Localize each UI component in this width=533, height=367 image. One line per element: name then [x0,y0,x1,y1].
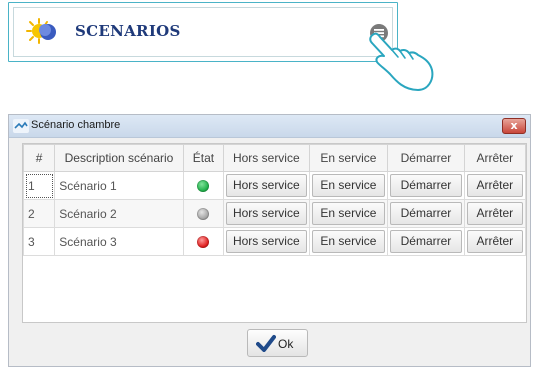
in-service-button[interactable]: En service [311,174,386,197]
in-service-cell: En service [308,199,389,228]
start-button[interactable]: Démarrer [390,174,462,197]
col-header-state[interactable]: État [182,144,225,172]
app-icon [13,119,29,133]
status-dot-red [197,236,210,249]
table-header-row: # Description scénario État Hors service… [22,144,527,172]
start-button[interactable]: Démarrer [390,230,462,253]
ok-label: Ok [278,337,294,351]
stop-cell: Arrêter [463,199,527,228]
col-header-out-of-service[interactable]: Hors service [223,144,310,172]
col-header-stop[interactable]: Arrêter [463,144,527,172]
stop-button[interactable]: Arrêter [466,230,523,253]
col-header-description[interactable]: Description scénario [54,144,184,172]
col-header-in-service[interactable]: En service [308,144,389,172]
scenarios-card-inner [13,7,393,57]
col-header-start[interactable]: Démarrer [387,144,465,172]
close-button[interactable]: x [502,118,526,134]
start-button[interactable]: Démarrer [390,202,462,225]
table-row[interactable]: 1 Scénario 1 Hors service En service Dém… [22,171,527,200]
out-of-service-button[interactable]: Hors service [226,202,307,225]
in-service-cell: En service [308,171,389,200]
status-dot-gray [197,208,210,221]
in-service-cell: En service [308,227,389,256]
table-row[interactable]: 2 Scénario 2 Hors service En service Dém… [22,199,527,228]
scenarios-card[interactable]: SCENARIOS [8,2,398,62]
start-cell: Démarrer [387,227,465,256]
status-dot-green [197,180,210,193]
out-of-service-cell: Hors service [223,227,310,256]
state-cell [182,199,225,228]
scenario-grid: # Description scénario État Hors service… [22,143,527,323]
scenarios-title: SCENARIOS [75,22,181,40]
start-cell: Démarrer [387,199,465,228]
state-cell [182,227,225,256]
window-title: Scénario chambre [31,119,121,131]
stop-cell: Arrêter [463,227,527,256]
window-titlebar[interactable]: Scénario chambre x [9,115,530,138]
ok-button[interactable]: Ok [247,329,308,357]
pointing-hand-icon [369,32,434,91]
scenario-table: # Description scénario État Hors service… [22,144,527,256]
in-service-button[interactable]: En service [311,202,386,225]
table-row[interactable]: 3 Scénario 3 Hors service En service Dém… [22,227,527,256]
out-of-service-button[interactable]: Hors service [226,174,307,197]
row-description: Scénario 2 [54,199,184,228]
in-service-button[interactable]: En service [311,230,386,253]
checkmark-icon [256,335,276,352]
row-description: Scénario 3 [54,227,184,256]
scenario-window: Scénario chambre x # Description scénari… [8,114,531,367]
stop-button[interactable]: Arrêter [466,174,523,197]
row-description: Scénario 1 [54,171,184,200]
row-number: 1 [22,171,56,200]
col-header-number[interactable]: # [22,144,56,172]
state-cell [182,171,225,200]
out-of-service-button[interactable]: Hors service [226,230,307,253]
start-cell: Démarrer [387,171,465,200]
stop-button[interactable]: Arrêter [466,202,523,225]
sun-moon-icon [26,18,56,44]
out-of-service-cell: Hors service [223,199,310,228]
row-number: 3 [22,227,56,256]
stop-cell: Arrêter [463,171,527,200]
out-of-service-cell: Hors service [223,171,310,200]
row-number: 2 [22,199,56,228]
